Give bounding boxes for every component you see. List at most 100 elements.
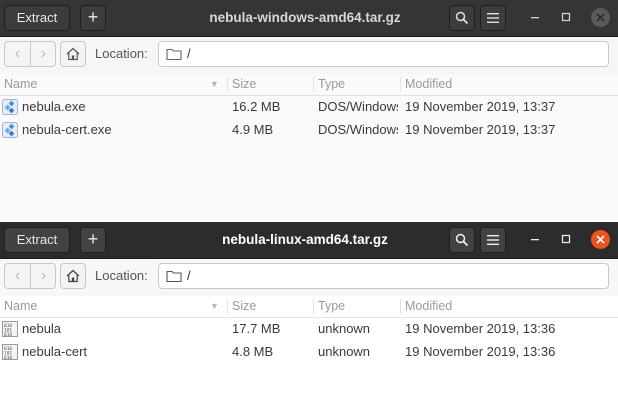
file-type: DOS/Windows executable xyxy=(318,99,398,114)
window-title: nebula-linux-amd64.tar.gz xyxy=(222,232,388,247)
minimize-icon xyxy=(531,239,539,241)
column-divider xyxy=(313,299,314,314)
location-label: Location: xyxy=(95,268,148,283)
home-button[interactable] xyxy=(60,263,86,289)
svg-text:010: 010 xyxy=(4,355,12,360)
column-divider xyxy=(227,77,228,92)
navigation-buttons: ‹ › xyxy=(4,263,56,289)
file-type: unknown xyxy=(318,321,371,336)
maximize-button[interactable] xyxy=(557,231,575,249)
location-label: Location: xyxy=(95,46,148,61)
column-divider xyxy=(313,77,314,92)
file-name: nebula.exe xyxy=(22,99,86,114)
column-size-header[interactable]: Size xyxy=(232,74,256,95)
search-button[interactable] xyxy=(449,227,475,253)
back-button[interactable]: ‹ xyxy=(5,42,31,66)
file-name: nebula-cert xyxy=(22,344,88,359)
window-title: nebula-windows-amd64.tar.gz xyxy=(209,10,401,25)
location-input[interactable]: / xyxy=(158,41,609,67)
home-icon xyxy=(66,269,80,283)
back-button[interactable]: ‹ xyxy=(5,264,31,288)
file-type: unknown xyxy=(318,344,371,359)
extract-button[interactable]: Extract xyxy=(4,5,70,31)
archive-window-windows: Extract + nebula-windows-amd64.tar.gz ‹ … xyxy=(0,0,618,220)
table-row[interactable]: 010 101 010 nebula 17.7 MB unknown 19 No… xyxy=(0,318,618,341)
column-header: Name ▼ Size Type Modified xyxy=(0,296,618,318)
minimize-button[interactable] xyxy=(526,9,544,27)
navigation-buttons: ‹ › xyxy=(4,41,56,67)
column-type-header[interactable]: Type xyxy=(318,74,345,95)
column-divider xyxy=(227,299,228,314)
location-path: / xyxy=(187,268,191,283)
maximize-icon xyxy=(561,234,571,244)
chevron-left-icon: ‹ xyxy=(14,45,21,62)
close-icon xyxy=(596,235,605,244)
hamburger-menu-icon xyxy=(487,13,499,23)
location-bar: ‹ › Location: / xyxy=(0,37,618,74)
hamburger-menu-icon xyxy=(487,235,499,245)
column-name-header[interactable]: Name xyxy=(4,74,37,95)
search-icon xyxy=(455,11,469,25)
maximize-button[interactable] xyxy=(557,9,575,27)
sort-descending-icon: ▼ xyxy=(210,79,219,89)
search-button[interactable] xyxy=(449,5,475,31)
column-type-header[interactable]: Type xyxy=(318,296,345,317)
sort-descending-icon: ▼ xyxy=(210,301,219,311)
exe-icon xyxy=(2,122,18,138)
chevron-right-icon: › xyxy=(40,267,47,284)
close-button[interactable] xyxy=(591,8,610,27)
file-name: nebula xyxy=(22,321,62,336)
location-input[interactable]: / xyxy=(158,263,609,289)
column-header: Name ▼ Size Type Modified xyxy=(0,74,618,96)
search-icon xyxy=(455,233,469,247)
close-icon xyxy=(596,13,605,22)
forward-button[interactable]: › xyxy=(31,264,56,288)
home-button[interactable] xyxy=(60,41,86,67)
file-modified: 19 November 2019, 13:36 xyxy=(405,321,556,336)
minimize-icon xyxy=(531,17,539,19)
menu-button[interactable] xyxy=(480,5,506,31)
archive-window-linux: Extract + nebula-linux-amd64.tar.gz ‹ › … xyxy=(0,222,618,394)
table-row[interactable]: nebula-cert.exe 4.9 MB DOS/Windows execu… xyxy=(0,119,618,142)
column-divider xyxy=(400,299,401,314)
file-type: DOS/Windows executable xyxy=(318,122,398,137)
file-list: 010 101 010 nebula 17.7 MB unknown 19 No… xyxy=(0,318,618,364)
column-modified-header[interactable]: Modified xyxy=(405,74,452,95)
file-modified: 19 November 2019, 13:37 xyxy=(405,122,556,137)
close-button[interactable] xyxy=(591,230,610,249)
table-row[interactable]: nebula.exe 16.2 MB DOS/Windows executabl… xyxy=(0,96,618,119)
home-icon xyxy=(66,47,80,61)
headerbar: Extract + nebula-linux-amd64.tar.gz xyxy=(0,222,618,259)
file-modified: 19 November 2019, 13:37 xyxy=(405,99,556,114)
column-name-header[interactable]: Name xyxy=(4,296,37,317)
table-row[interactable]: 010 101 010 nebula-cert 4.8 MB unknown 1… xyxy=(0,341,618,364)
exe-icon xyxy=(2,99,18,115)
svg-text:010: 010 xyxy=(4,332,12,337)
location-bar: ‹ › Location: / xyxy=(0,259,618,296)
file-size: 16.2 MB xyxy=(232,99,281,114)
chevron-left-icon: ‹ xyxy=(14,267,21,284)
headerbar: Extract + nebula-windows-amd64.tar.gz xyxy=(0,0,618,37)
menu-button[interactable] xyxy=(480,227,506,253)
file-size: 4.9 MB xyxy=(232,122,274,137)
binary-file-icon: 010 101 010 xyxy=(2,321,18,337)
file-list: nebula.exe 16.2 MB DOS/Windows executabl… xyxy=(0,96,618,142)
add-files-button[interactable]: + xyxy=(80,227,106,253)
file-name: nebula-cert.exe xyxy=(22,122,112,137)
folder-icon xyxy=(166,270,182,283)
folder-icon xyxy=(166,48,182,61)
file-size: 17.7 MB xyxy=(232,321,281,336)
maximize-icon xyxy=(561,12,571,22)
extract-button[interactable]: Extract xyxy=(4,227,70,253)
column-size-header[interactable]: Size xyxy=(232,296,256,317)
add-files-button[interactable]: + xyxy=(80,5,106,31)
file-size: 4.8 MB xyxy=(232,344,274,359)
location-path: / xyxy=(187,46,191,61)
binary-file-icon: 010 101 010 xyxy=(2,344,18,360)
file-modified: 19 November 2019, 13:36 xyxy=(405,344,556,359)
column-divider xyxy=(400,77,401,92)
column-modified-header[interactable]: Modified xyxy=(405,296,452,317)
forward-button[interactable]: › xyxy=(31,42,56,66)
chevron-right-icon: › xyxy=(40,45,47,62)
minimize-button[interactable] xyxy=(526,231,544,249)
